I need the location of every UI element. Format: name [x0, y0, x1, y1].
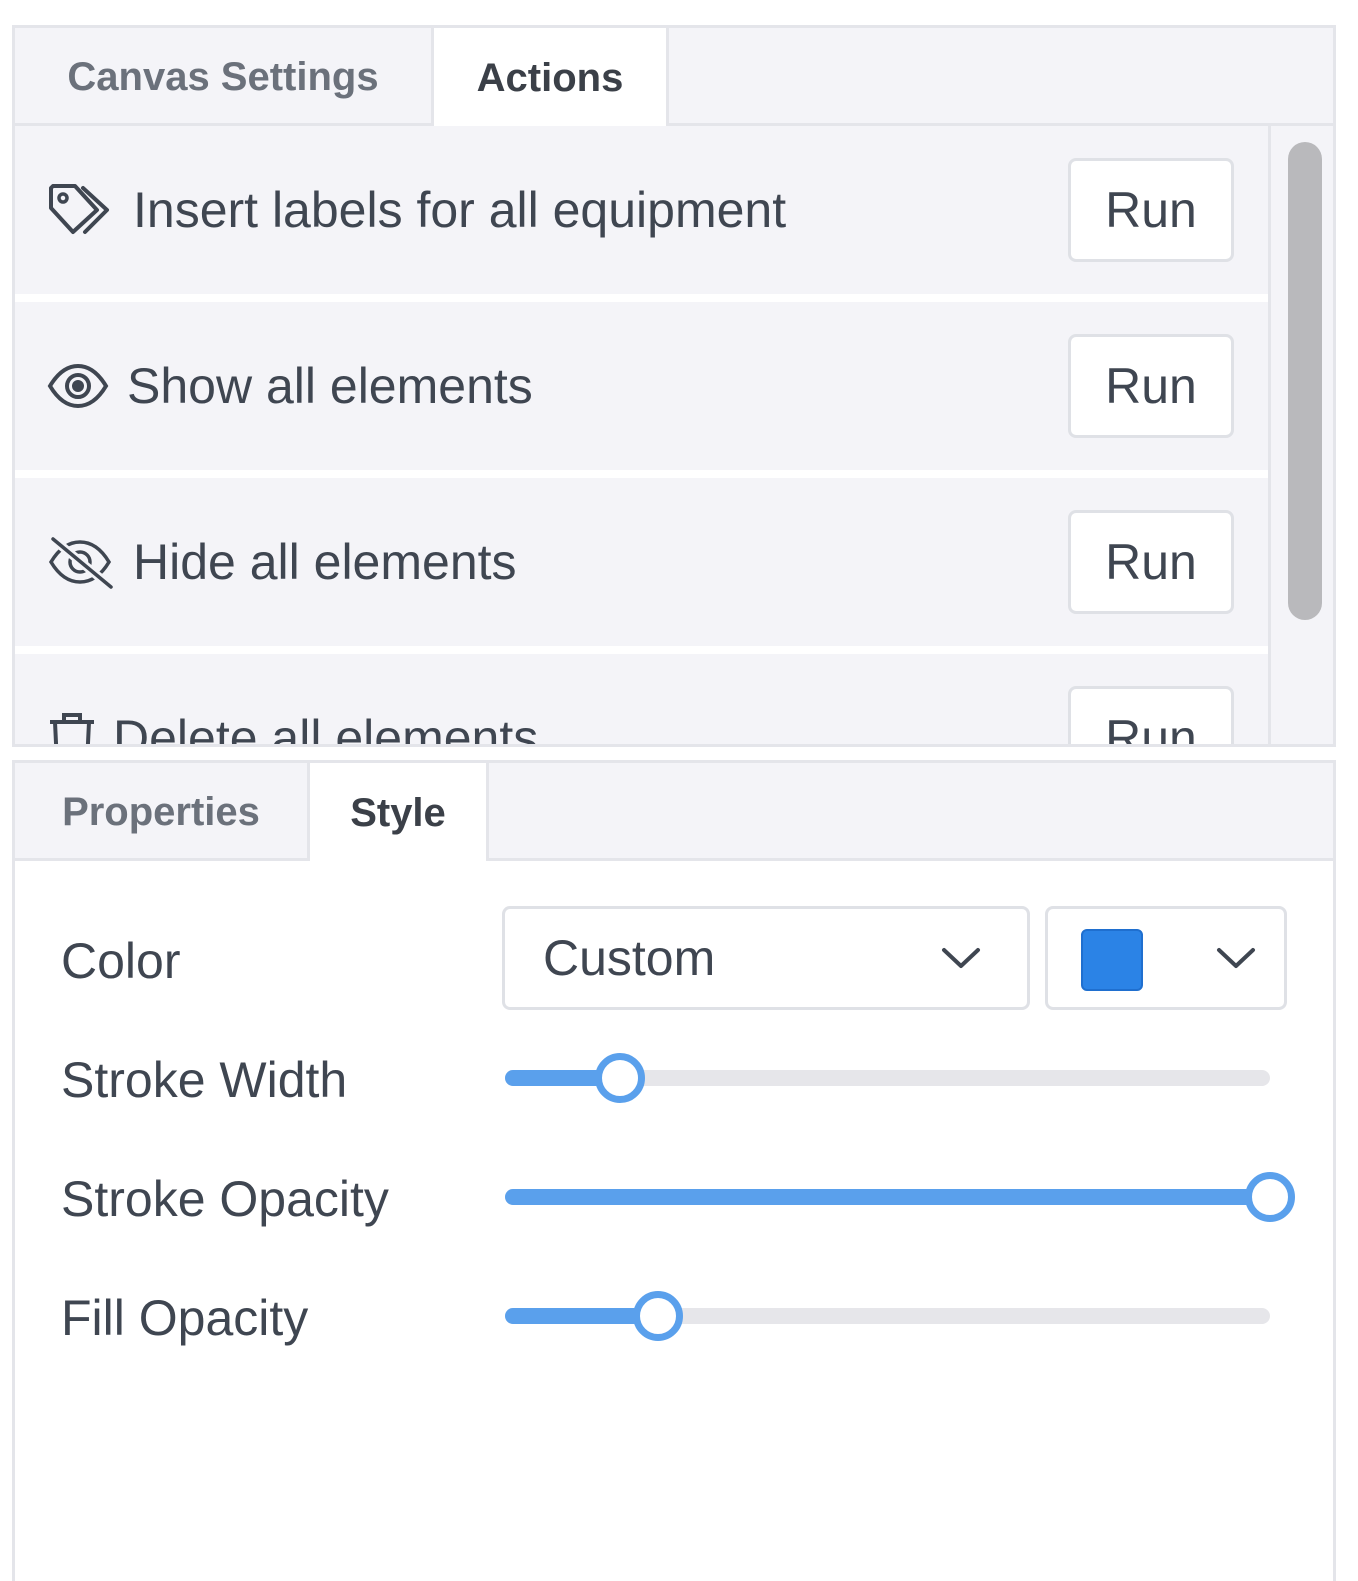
run-show-all-button[interactable]: Run [1068, 334, 1234, 438]
style-body: Color Custom Stroke Width Stroke Opacity [15, 861, 1333, 1581]
run-insert-labels-button[interactable]: Run [1068, 158, 1234, 262]
run-hide-all-button[interactable]: Run [1068, 510, 1234, 614]
slider-thumb[interactable] [633, 1291, 683, 1341]
tag-icon [47, 182, 115, 238]
slider-thumb[interactable] [1245, 1172, 1295, 1222]
action-row-show-all: Show all elements Run [15, 302, 1268, 470]
fill-opacity-slider[interactable] [505, 1291, 1270, 1341]
actions-list: Insert labels for all equipment Run Show… [15, 126, 1268, 744]
action-row-insert-labels: Insert labels for all equipment Run [15, 126, 1268, 294]
color-preset-select[interactable]: Custom [502, 906, 1030, 1010]
actions-panel: Canvas Settings Actions Insert labels fo… [12, 25, 1336, 747]
stroke-opacity-slider[interactable] [505, 1172, 1295, 1222]
trash-icon [47, 710, 115, 744]
action-row-delete-all: Delete all elements Run [15, 654, 1268, 744]
color-swatch-select[interactable] [1045, 906, 1287, 1010]
action-label: Hide all elements [133, 534, 517, 590]
tab-properties[interactable]: Properties [15, 763, 307, 861]
action-label: Delete all elements [113, 710, 539, 744]
color-preset-value: Custom [543, 930, 716, 986]
scrollbar-thumb[interactable] [1288, 142, 1322, 620]
eye-slash-icon [47, 534, 115, 590]
tab-style[interactable]: Style [307, 763, 489, 864]
bottom-tab-bar: Properties Style [15, 763, 1333, 864]
actions-scrollbar[interactable] [1268, 126, 1333, 744]
action-label: Insert labels for all equipment [133, 182, 787, 238]
stroke-width-label: Stroke Width [61, 1052, 348, 1108]
tab-actions[interactable]: Actions [431, 28, 669, 129]
style-panel: Properties Style Color Custom Stroke Wid… [12, 760, 1336, 1581]
slider-fill [505, 1189, 1270, 1205]
run-delete-all-button[interactable]: Run [1068, 686, 1234, 744]
color-label: Color [61, 933, 181, 989]
action-label: Show all elements [127, 358, 533, 414]
top-tab-bar: Canvas Settings Actions [15, 28, 1333, 129]
slider-thumb[interactable] [595, 1053, 645, 1103]
eye-icon [47, 358, 115, 414]
chevron-down-icon [941, 945, 981, 976]
color-swatch [1081, 929, 1143, 991]
action-row-hide-all: Hide all elements Run [15, 478, 1268, 646]
fill-opacity-label: Fill Opacity [61, 1290, 309, 1346]
tab-canvas-settings[interactable]: Canvas Settings [15, 28, 431, 126]
stroke-opacity-label: Stroke Opacity [61, 1171, 389, 1227]
chevron-down-icon [1216, 945, 1256, 976]
stroke-width-slider[interactable] [505, 1053, 1270, 1103]
